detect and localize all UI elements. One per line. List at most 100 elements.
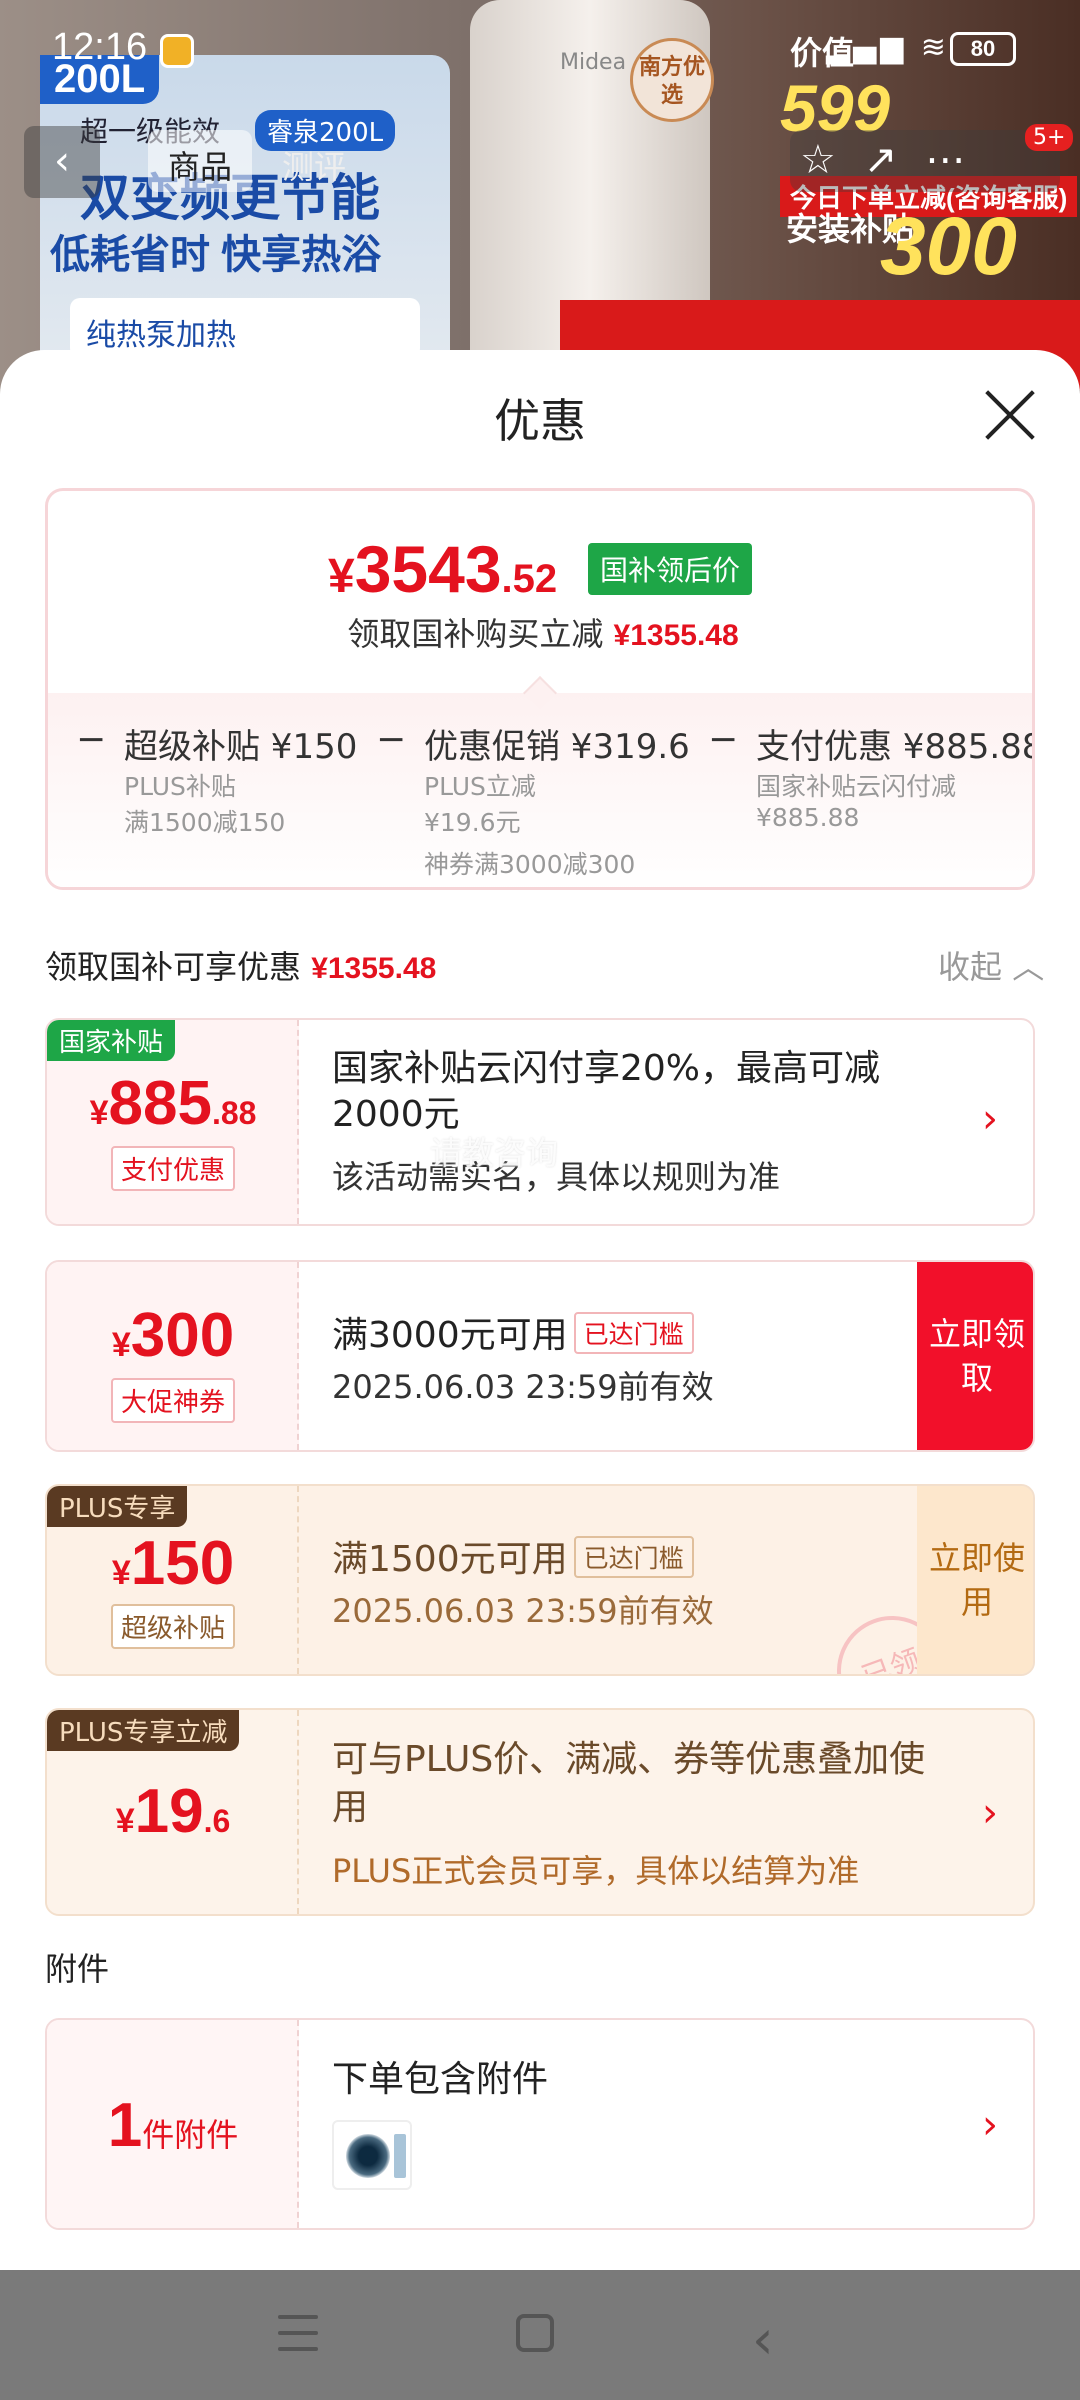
tab-review[interactable]: 测评 (262, 130, 366, 192)
coupon-type-label: 支付优惠 (110, 1146, 235, 1191)
notification-icon (160, 34, 194, 68)
coupon-int: 19 (134, 1777, 204, 1846)
section-amount: ¥1355.48 (311, 952, 437, 985)
collapse-button[interactable]: 收起 ︿ (938, 942, 1044, 988)
attachments-title: 附件 (45, 1950, 110, 1988)
tab-goods[interactable]: 商品 (148, 130, 253, 192)
breakdown-sub: PLUS立减 (424, 772, 536, 801)
attachment-card[interactable]: 1件附件 下单包含附件 › (45, 2018, 1035, 2230)
close-icon[interactable] (980, 386, 1040, 446)
subsidy-price-tag: 国补领后价 (588, 543, 753, 595)
coupon-expiry: 2025.06.03 23:59前有效 (332, 1592, 714, 1630)
breakdown-label: 优惠促销 ¥319.6 (424, 727, 690, 767)
subsidy-label: 领取国补购买立减 (347, 615, 604, 653)
coupon-value: ¥885.88 (47, 1068, 299, 1139)
coupon-currency: ¥ (111, 1326, 131, 1364)
breakdown-sub: ¥885.88 (756, 803, 860, 832)
price-summary-card: ¥3543.52 国补领后价 领取国补购买立减 ¥1355.48 − 超级补贴 … (45, 488, 1035, 890)
banner-feature: 纯热泵加热 (70, 298, 420, 358)
coupon-expiry: 2025.06.03 23:59前有效 (332, 1368, 714, 1406)
corner-tag: PLUS专享 (47, 1486, 188, 1527)
coupon-int: 150 (130, 1529, 235, 1598)
promo-install-amount: 300 (880, 201, 1017, 292)
corner-tag: 国家补贴 (47, 1020, 176, 1061)
coupon-card-plus-discount[interactable]: PLUS专享立减 ¥19.6 可与PLUS价、满减、券等优惠叠加使用 PLUS正… (45, 1708, 1035, 1916)
grill-icon (394, 2134, 406, 2178)
fan-icon (346, 2134, 390, 2178)
coupon-type-pill: 支付优惠 (47, 1146, 299, 1191)
coupon-currency: ¥ (89, 1094, 109, 1132)
section-header: 领取国补可享优惠 ¥1355.48 (45, 942, 436, 988)
coupon-value: ¥300 (47, 1300, 299, 1371)
banner-subheadline: 低耗省时 快享热浴 (50, 233, 382, 277)
breakdown-label: 超级补贴 ¥150 (124, 727, 358, 767)
coupon-int: 300 (130, 1301, 235, 1370)
minus-icon: − (76, 719, 107, 760)
coupon-card-plus-150: PLUS专享 ¥150 超级补贴 满1500元可用 已达门槛 2025.06.03… (45, 1484, 1035, 1676)
subsidy-line: 领取国补购买立减 ¥1355.48 (48, 609, 1032, 655)
breakdown-sub: 神券满3000减300 (424, 850, 636, 879)
system-nav-bar: ‹ (0, 2270, 1080, 2400)
coupon-value: ¥19.6 (47, 1776, 299, 1847)
minus-icon: − (376, 719, 407, 760)
minus-icon: − (708, 719, 739, 760)
corner-tag: PLUS专享立减 (47, 1710, 240, 1751)
coupon-value: ¥150 (47, 1528, 299, 1599)
coupon-card-300: ¥300 大促神券 满3000元可用 已达门槛 2025.06.03 23:59前… (45, 1260, 1035, 1452)
coupon-title: 满1500元可用 已达门槛 (332, 1530, 694, 1582)
final-price: ¥3543.52 (328, 531, 557, 607)
status-bar: 12:16 ▂▄▆ ≋ 80 (0, 0, 1080, 100)
sheet-title: 优惠 (494, 395, 586, 447)
coupon-threshold: 满3000元可用 (332, 1315, 568, 1356)
coupon-threshold: 满1500元可用 (332, 1539, 568, 1580)
breakdown-sub: 满1500减150 (124, 808, 286, 837)
coupon-subtitle: PLUS正式会员可享，具体以结算为准 (332, 1852, 860, 1890)
claim-button[interactable]: 立即领取 (917, 1262, 1033, 1450)
coupon-currency: ¥ (111, 1554, 131, 1592)
back-icon: ‹ (54, 138, 70, 184)
chevron-up-icon: ︿ (1012, 948, 1045, 986)
watermark: 请教咨询 (430, 1134, 559, 1172)
home-icon[interactable] (516, 2314, 554, 2352)
coupon-dec: .88 (211, 1095, 257, 1131)
price-decimal: .52 (501, 557, 558, 601)
threshold-met-tag: 已达门槛 (573, 1312, 694, 1354)
price-integer: 3543 (354, 532, 502, 606)
cart-badge: 5+ (1025, 124, 1074, 151)
coupon-dec: .6 (203, 1803, 231, 1839)
breakdown-sub: ¥19.6元 (424, 808, 521, 837)
coupon-title: 满3000元可用 已达门槛 (332, 1306, 694, 1358)
attachment-thumbnail (332, 2120, 412, 2190)
coupon-currency: ¥ (115, 1802, 135, 1840)
use-button[interactable]: 立即使用 (917, 1486, 1033, 1674)
more-icon[interactable]: ⋯ (925, 137, 993, 183)
attachment-count-number: 1 (107, 2091, 143, 2160)
back-nav-icon[interactable]: ‹ (752, 2308, 774, 2371)
coupon-title: 可与PLUS价、满减、券等优惠叠加使用 (332, 1739, 926, 1828)
header-actions[interactable]: ☆↗⋯ (790, 130, 1060, 192)
status-time: 12:16 (52, 26, 148, 68)
breakdown-label: 支付优惠 ¥885.88 (756, 727, 1035, 767)
section-label: 领取国补可享优惠 (45, 948, 302, 986)
battery-icon: 80 (950, 32, 1016, 66)
breakdown-sub: PLUS补贴 (124, 772, 236, 801)
coupon-title: 国家补贴云闪付享20%，最高可减2000元 (332, 1048, 881, 1135)
chevron-right-icon: › (982, 2102, 998, 2148)
coupon-type-label: 超级补贴 (110, 1604, 235, 1649)
coupon-type-label: 大促神券 (110, 1378, 235, 1423)
coupon-type-pill: 超级补贴 (47, 1604, 299, 1649)
chevron-right-icon: › (982, 1096, 998, 1142)
attachment-title: 下单包含附件 (332, 2059, 549, 2100)
collapse-label: 收起 (938, 948, 1003, 986)
coupon-int: 885 (108, 1069, 212, 1138)
price-currency: ¥ (328, 550, 355, 603)
signal-icon: ▂▄▆ ≋ (826, 30, 950, 65)
menu-icon[interactable] (278, 2315, 318, 2355)
star-icon[interactable]: ☆ (800, 137, 864, 183)
back-button[interactable]: ‹ (24, 126, 100, 198)
coupon-card-national-subsidy[interactable]: 国家补贴 ¥885.88 支付优惠 国家补贴云闪付享20%，最高可减2000元 … (45, 1018, 1035, 1226)
subsidy-amount: ¥1355.48 (613, 619, 739, 652)
threshold-met-tag: 已达门槛 (573, 1536, 694, 1578)
attachment-count-unit: 件附件 (142, 2116, 239, 2154)
share-icon[interactable]: ↗ (864, 137, 926, 183)
